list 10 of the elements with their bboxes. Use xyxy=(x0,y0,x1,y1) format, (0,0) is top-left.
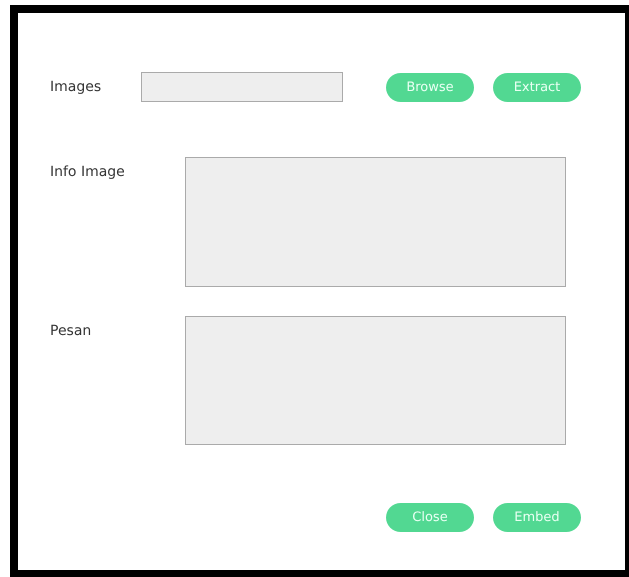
action-button[interactable]: Close xyxy=(386,503,474,532)
info-image-label: Info Image xyxy=(50,164,126,182)
action-button[interactable]: Embed xyxy=(493,503,581,532)
action-button[interactable]: Extract xyxy=(493,72,581,102)
info-image-area[interactable] xyxy=(185,157,566,287)
images-label: Images xyxy=(50,79,102,95)
action-button[interactable]: Browse xyxy=(386,72,474,102)
images-field[interactable] xyxy=(141,72,343,102)
message-area[interactable] xyxy=(185,316,566,445)
message-label: Pesan xyxy=(50,323,92,341)
